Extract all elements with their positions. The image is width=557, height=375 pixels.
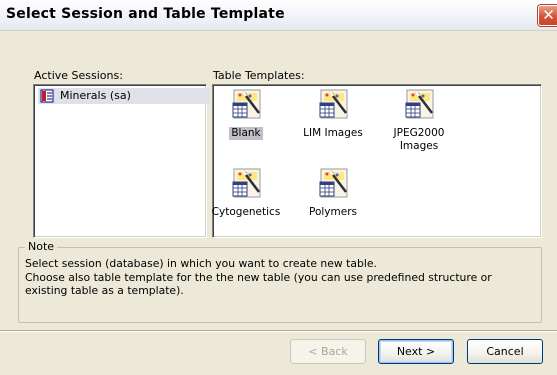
template-polymers[interactable]: Polymers: [293, 166, 373, 236]
title-bar: Select Session and Table Template ✕: [0, 0, 557, 31]
template-label: LIM Images: [303, 127, 363, 139]
close-button[interactable]: ✕: [538, 5, 557, 26]
sessions-list[interactable]: Minerals (sa): [33, 84, 210, 238]
close-icon: ✕: [542, 6, 555, 24]
template-label: JPEG2000 Images: [393, 127, 445, 152]
session-label: Minerals (sa): [60, 89, 131, 102]
active-sessions-label: Active Sessions:: [34, 69, 123, 82]
note-groupbox: Note Select session (database) in which …: [18, 240, 542, 323]
template-jpeg2000-images[interactable]: JPEG2000 Images: [379, 87, 459, 157]
table-template-icon: [232, 168, 261, 198]
template-label: Cytogenetics: [211, 206, 281, 218]
table-template-icon: [319, 89, 348, 119]
cancel-button[interactable]: Cancel: [467, 339, 543, 364]
database-session-icon: [40, 89, 54, 103]
note-text: Select session (database) in which you w…: [25, 257, 533, 298]
session-item-minerals[interactable]: Minerals (sa): [38, 88, 210, 104]
back-button[interactable]: < Back: [290, 339, 366, 364]
window-title: Select Session and Table Template: [6, 6, 285, 22]
template-lim-images[interactable]: LIM Images: [293, 87, 373, 157]
templates-panel[interactable]: Blank LIM Images JPEG2000 Images Cytogen…: [212, 84, 542, 238]
note-legend: Note: [25, 240, 58, 253]
table-template-icon: [405, 89, 434, 119]
template-cytogenetics[interactable]: Cytogenetics: [206, 166, 286, 236]
template-label: Polymers: [309, 206, 357, 218]
note-line-2: Choose also table template for the the n…: [25, 270, 492, 298]
template-blank[interactable]: Blank: [206, 87, 286, 157]
template-label: Blank: [229, 127, 263, 140]
table-template-icon: [319, 168, 348, 198]
table-templates-label: Table Templates:: [213, 69, 305, 82]
note-line-1: Select session (database) in which you w…: [25, 257, 377, 270]
table-template-icon: [232, 89, 261, 119]
button-separator: [0, 330, 557, 332]
next-button[interactable]: Next >: [378, 339, 454, 364]
